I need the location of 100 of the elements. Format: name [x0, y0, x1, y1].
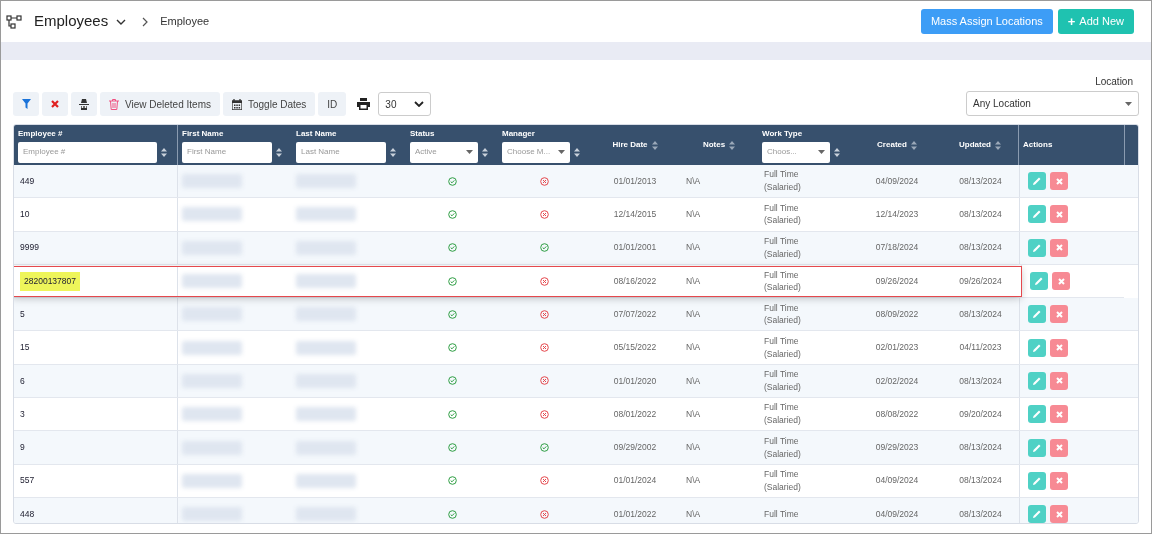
edit-button[interactable] — [1028, 505, 1046, 523]
pencil-icon — [1033, 210, 1041, 219]
employee-number: 557 — [20, 474, 35, 488]
sort-icon[interactable] — [729, 140, 736, 150]
filter-button[interactable] — [13, 92, 39, 116]
delete-button[interactable] — [1050, 505, 1068, 523]
filter-select[interactable]: Choos... — [762, 141, 830, 163]
column-header: First Name — [182, 127, 225, 140]
sort-icon[interactable] — [995, 140, 1001, 150]
blurred-name — [296, 473, 356, 488]
edit-button[interactable] — [1028, 238, 1046, 257]
notes-text: N\A — [686, 341, 701, 354]
delete-button[interactable] — [1050, 338, 1068, 357]
chevron-right-icon — [142, 16, 149, 27]
filter-select[interactable]: Choose M... — [502, 141, 570, 163]
column-header: Created — [877, 139, 907, 151]
hire-date: 01/01/2022 — [613, 507, 657, 521]
blurred-name — [296, 340, 356, 355]
edit-button[interactable] — [1030, 272, 1048, 291]
created-date: 02/01/2023 — [875, 341, 919, 354]
employee-number: 6 — [20, 374, 25, 388]
sort-icon[interactable] — [651, 140, 658, 150]
page-size-select[interactable]: 30 — [378, 92, 432, 116]
pencil-icon — [1033, 243, 1041, 252]
close-icon — [1055, 344, 1063, 352]
sort-icon[interactable] — [834, 147, 840, 157]
updated-date: 08/13/2024 — [959, 441, 1002, 454]
delete-button[interactable] — [1050, 471, 1068, 490]
employee-number: 449 — [20, 174, 35, 188]
blurred-name — [182, 340, 242, 355]
hire-date: 05/15/2022 — [613, 341, 657, 354]
filter-field[interactable]: First Name — [182, 141, 272, 163]
edit-button[interactable] — [1028, 405, 1046, 424]
column-header: Last Name — [296, 127, 338, 140]
sort-icon[interactable] — [390, 147, 396, 157]
delete-button[interactable] — [1050, 405, 1068, 424]
notes-text: N\A — [686, 374, 701, 388]
edit-button[interactable] — [1028, 371, 1046, 390]
breadcrumb[interactable]: Employee — [160, 13, 210, 30]
caret-down-icon — [466, 150, 473, 154]
edit-button[interactable] — [1028, 205, 1046, 224]
sort-icon[interactable] — [161, 147, 167, 157]
sort-icon[interactable] — [910, 140, 917, 150]
work-type: Full Time (Salaried) — [764, 368, 802, 394]
sort-icon[interactable] — [276, 147, 282, 157]
delete-button[interactable] — [1050, 305, 1068, 324]
add-new-button[interactable]: + Add New — [1057, 9, 1134, 34]
location-select[interactable]: Any Location — [966, 91, 1139, 116]
blurred-name — [296, 274, 356, 289]
page-title[interactable]: Employees — [34, 10, 109, 33]
employee-number: 448 — [20, 507, 35, 521]
employee-number: 9999 — [20, 241, 39, 255]
filter-field[interactable]: Employee # — [18, 141, 157, 163]
delete-button[interactable] — [1050, 172, 1068, 191]
sort-icon[interactable] — [482, 147, 488, 157]
notes-text: N\A — [686, 174, 701, 188]
created-date: 02/02/2024 — [875, 374, 919, 388]
spy-button[interactable] — [71, 92, 97, 116]
updated-date: 08/13/2024 — [959, 241, 1002, 255]
chevron-down-icon — [414, 101, 425, 107]
edit-button[interactable] — [1028, 305, 1046, 324]
toggle-dates-button[interactable]: Toggle Dates — [222, 92, 316, 116]
filter-icon — [21, 99, 31, 109]
hire-date: 08/16/2022 — [613, 275, 657, 288]
close-icon — [1057, 277, 1065, 285]
pencil-icon — [1033, 310, 1041, 319]
created-date: 09/26/2024 — [875, 275, 919, 288]
delete-button[interactable] — [1050, 438, 1068, 457]
column-header: Work Type — [762, 127, 804, 140]
column-header: Employee # — [18, 127, 64, 140]
pencil-icon — [1033, 343, 1041, 352]
blurred-name — [296, 207, 356, 222]
caret-down-icon — [558, 150, 565, 154]
delete-button[interactable] — [1050, 371, 1068, 390]
trash-icon — [109, 98, 119, 110]
delete-button[interactable] — [1050, 205, 1068, 224]
edit-button[interactable] — [1028, 172, 1046, 191]
view-deleted-button[interactable]: View Deleted Items — [100, 92, 220, 116]
notes-text: N\A — [686, 407, 701, 421]
work-type: Full Time (Salaried) — [764, 235, 802, 261]
sort-icon[interactable] — [574, 147, 580, 157]
print-icon[interactable] — [357, 98, 371, 110]
close-icon — [1055, 377, 1063, 385]
delete-button[interactable] — [1050, 238, 1068, 257]
chevron-down-icon[interactable] — [116, 18, 127, 25]
filter-field[interactable]: Last Name — [296, 141, 386, 163]
edit-button[interactable] — [1028, 438, 1046, 457]
filter-select[interactable]: Active — [410, 141, 478, 163]
work-type: Full Time (Salaried) — [764, 434, 802, 461]
hire-date: 12/14/2015 — [613, 208, 657, 221]
blurred-name — [182, 407, 242, 422]
mass-assign-button[interactable]: Mass Assign Locations — [920, 9, 1053, 34]
close-icon — [1055, 510, 1063, 518]
id-button[interactable]: ID — [318, 92, 347, 116]
edit-button[interactable] — [1028, 471, 1046, 490]
employee-number: 28200137807 — [20, 272, 80, 291]
delete-button[interactable] — [1052, 272, 1070, 291]
pencil-icon — [1033, 476, 1041, 485]
clear-filters-button[interactable] — [42, 92, 68, 116]
edit-button[interactable] — [1028, 338, 1046, 357]
